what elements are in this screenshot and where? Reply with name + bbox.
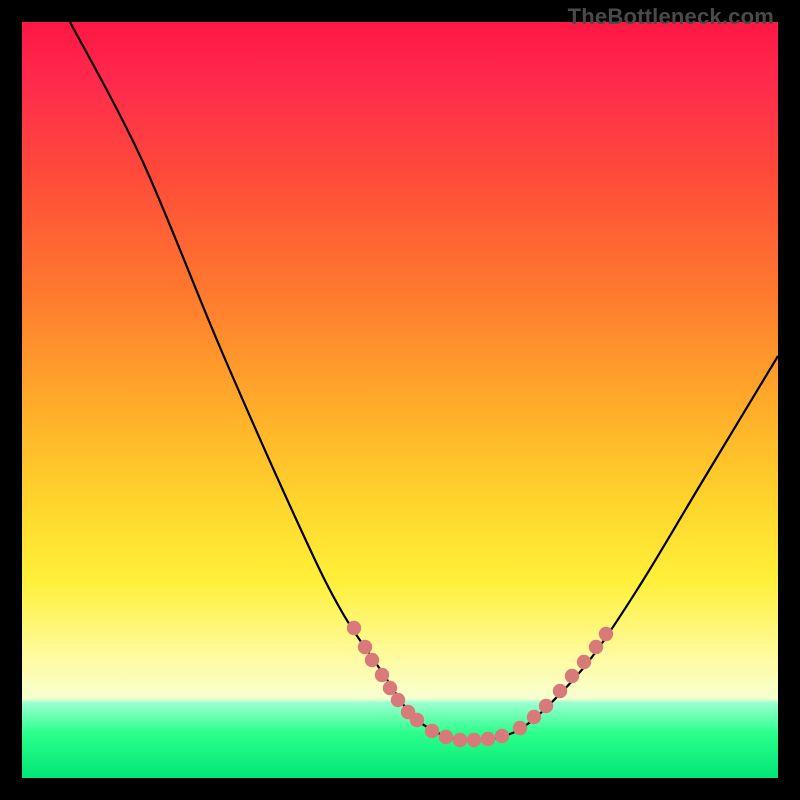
marker-dot bbox=[410, 713, 424, 727]
marker-dot bbox=[467, 733, 481, 747]
marker-dot bbox=[391, 693, 405, 707]
marker-dot bbox=[527, 710, 541, 724]
chart-frame: TheBottleneck.com bbox=[0, 0, 800, 800]
marker-dot bbox=[365, 653, 379, 667]
marker-dot bbox=[495, 729, 509, 743]
marker-dot bbox=[577, 655, 591, 669]
marker-dots bbox=[347, 621, 613, 747]
marker-dot bbox=[539, 699, 553, 713]
marker-dot bbox=[439, 730, 453, 744]
marker-dot bbox=[589, 640, 603, 654]
marker-dot bbox=[599, 627, 613, 641]
marker-dot bbox=[513, 721, 527, 735]
marker-dot bbox=[565, 669, 579, 683]
marker-dot bbox=[481, 732, 495, 746]
bottleneck-curve bbox=[70, 22, 778, 740]
marker-dot bbox=[553, 684, 567, 698]
marker-dot bbox=[347, 621, 361, 635]
marker-dot bbox=[358, 640, 372, 654]
marker-dot bbox=[453, 733, 467, 747]
chart-svg bbox=[22, 22, 778, 778]
marker-dot bbox=[425, 724, 439, 738]
marker-dot bbox=[375, 668, 389, 682]
marker-dot bbox=[383, 681, 397, 695]
